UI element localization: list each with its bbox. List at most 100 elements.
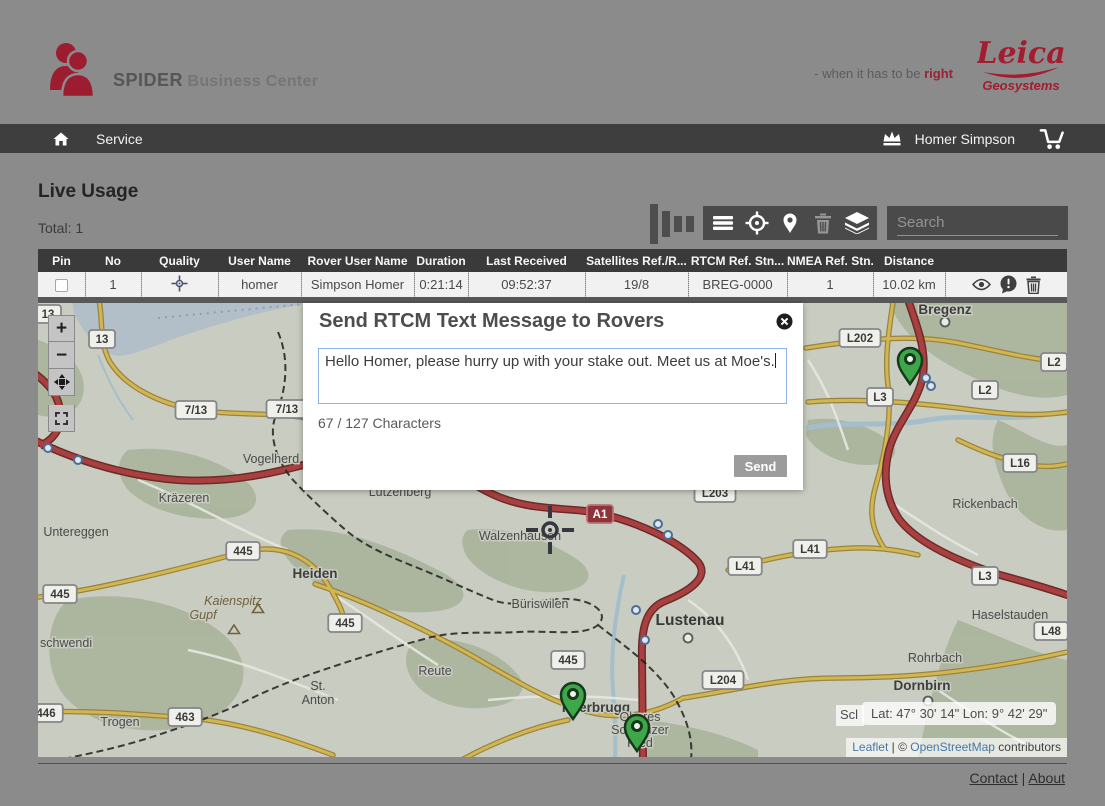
road-shield-label: 13 xyxy=(96,334,109,346)
home-icon[interactable] xyxy=(48,126,74,152)
road-shield-label: L202 xyxy=(847,333,873,345)
col-pin[interactable]: Pin xyxy=(38,249,85,272)
box-zoom-button[interactable] xyxy=(48,405,75,432)
map-place-label: Lustenau xyxy=(656,612,725,629)
send-button[interactable]: Send xyxy=(734,455,787,477)
map-place-label: Dornbirn xyxy=(894,678,951,693)
leica-logo: Leica Geosystems xyxy=(977,36,1065,103)
road-shield-label: 446 xyxy=(38,708,56,720)
map-place-label: Vogelherd xyxy=(243,452,299,466)
col-actions xyxy=(945,249,1067,272)
search-input[interactable] xyxy=(897,209,1058,236)
map-place-label: Anton xyxy=(302,693,335,707)
nav-item-service[interactable]: Service xyxy=(96,131,143,147)
cell-no: 1 xyxy=(85,272,141,297)
map-place-label: Rohrbach xyxy=(908,651,962,665)
live-usage-page: { "header": { "brand": { "spider": "SPID… xyxy=(0,0,1105,806)
spider-logo-icon xyxy=(44,40,104,103)
zoom-in-button[interactable]: + xyxy=(48,315,75,342)
cell-pin xyxy=(38,272,85,297)
total-count: Total: 1 xyxy=(38,220,83,236)
attribution-sep: | © xyxy=(888,740,910,754)
col-rtcm[interactable]: RTCM Ref. Stn... xyxy=(688,249,787,272)
footer-divider xyxy=(38,763,1067,764)
col-distance[interactable]: Distance xyxy=(873,249,945,272)
layers-icon[interactable] xyxy=(844,210,870,236)
contact-link[interactable]: Contact xyxy=(970,770,1018,786)
menu-icon[interactable] xyxy=(710,210,736,236)
delete-trash-icon[interactable] xyxy=(1026,276,1041,294)
map-place-label: Bregenz xyxy=(918,302,972,317)
road-shield-label: L41 xyxy=(735,561,755,573)
footer-sep: | xyxy=(1018,770,1029,786)
tagline-emphasis: right xyxy=(924,66,953,81)
reference-station-icon[interactable] xyxy=(548,528,552,532)
live-usage-table: Pin No Quality User Name Rover User Name… xyxy=(38,249,1067,297)
road-shield-label: L16 xyxy=(1010,458,1030,470)
osm-link[interactable]: OpenStreetMap xyxy=(910,740,995,754)
view-eye-icon[interactable] xyxy=(972,278,991,291)
tagline-prefix: - when it has to be xyxy=(814,66,924,81)
close-icon[interactable] xyxy=(776,313,793,330)
map-place-label: Kaienspitz xyxy=(204,594,262,608)
leica-sub: Geosystems xyxy=(982,78,1059,93)
col-satellites[interactable]: Satellites Ref./R... xyxy=(585,249,688,272)
center-target-icon[interactable] xyxy=(744,210,770,236)
navbar: Service Homer Simpson xyxy=(0,124,1105,153)
road-shield-label: 7/13 xyxy=(276,404,298,416)
road-shield-label: 445 xyxy=(558,655,578,667)
road-shield-label: 463 xyxy=(175,712,194,724)
map-place-label: Rickenbach xyxy=(952,497,1017,511)
leica-name: Leica xyxy=(977,36,1065,71)
road-shield-label: L3 xyxy=(873,392,886,404)
col-rover-user-name[interactable]: Rover User Name xyxy=(301,249,414,272)
pin-checkbox[interactable] xyxy=(55,279,68,292)
cell-last-received: 09:52:37 xyxy=(468,272,585,297)
cell-rover-user-name: Simpson Homer xyxy=(301,272,414,297)
map-zoom-controls: + − xyxy=(48,315,75,432)
map-place-label: Reute xyxy=(418,664,451,678)
rover-marker-hole xyxy=(906,355,915,364)
road-shield-label: 445 xyxy=(335,618,355,630)
col-quality[interactable]: Quality xyxy=(141,249,218,272)
send-rtcm-modal: Send RTCM Text Message to Rovers Hello H… xyxy=(303,303,803,490)
col-last-received[interactable]: Last Received xyxy=(468,249,585,272)
map-scale: Scl xyxy=(836,705,864,726)
fullscreen-button[interactable] xyxy=(48,369,75,396)
town-circle xyxy=(684,634,693,643)
about-link[interactable]: About xyxy=(1028,770,1065,786)
cell-user-name: homer xyxy=(218,272,301,297)
modal-title: Send RTCM Text Message to Rovers xyxy=(319,310,664,333)
col-nmea[interactable]: NMEA Ref. Stn... xyxy=(787,249,873,272)
road-shield-label: 445 xyxy=(50,589,70,601)
map-place-label: schwendi xyxy=(40,636,92,650)
usage-bars-icon[interactable] xyxy=(648,203,694,250)
map-toolbar xyxy=(703,206,877,240)
message-text: Hello Homer, please hurry up with your s… xyxy=(325,353,775,370)
cart-icon[interactable] xyxy=(1039,126,1065,152)
zoom-out-button[interactable]: − xyxy=(48,342,75,369)
col-user-name[interactable]: User Name xyxy=(218,249,301,272)
leaflet-link[interactable]: Leaflet xyxy=(852,740,888,754)
message-textarea[interactable]: Hello Homer, please hurry up with your s… xyxy=(318,348,787,404)
map-place-label: Gupf xyxy=(189,608,218,622)
town-circle xyxy=(941,318,950,327)
col-duration[interactable]: Duration xyxy=(414,249,468,272)
road-shield-label: L3 xyxy=(978,571,991,583)
cell-distance: 10.02 km xyxy=(873,272,945,297)
rover-marker-hole xyxy=(633,722,642,731)
search-box xyxy=(887,206,1068,240)
cell-actions xyxy=(945,272,1067,297)
road-shield-label: L204 xyxy=(710,675,737,687)
road-shield-label: A1 xyxy=(593,509,608,521)
app-header: SPIDER Business Center - when it has to … xyxy=(0,0,1105,124)
crown-icon[interactable] xyxy=(879,126,905,152)
map-pin-icon[interactable] xyxy=(777,210,803,236)
table-row: 1 homer Simpson Homer 0:21:14 09:52:37 1… xyxy=(38,272,1067,297)
col-no[interactable]: No xyxy=(85,249,141,272)
brand-text: SPIDER Business Center xyxy=(113,70,318,91)
trash-icon[interactable] xyxy=(810,210,836,236)
message-icon[interactable] xyxy=(999,275,1018,294)
map-place-label: Trogen xyxy=(100,715,139,729)
nav-user-name[interactable]: Homer Simpson xyxy=(915,131,1015,147)
